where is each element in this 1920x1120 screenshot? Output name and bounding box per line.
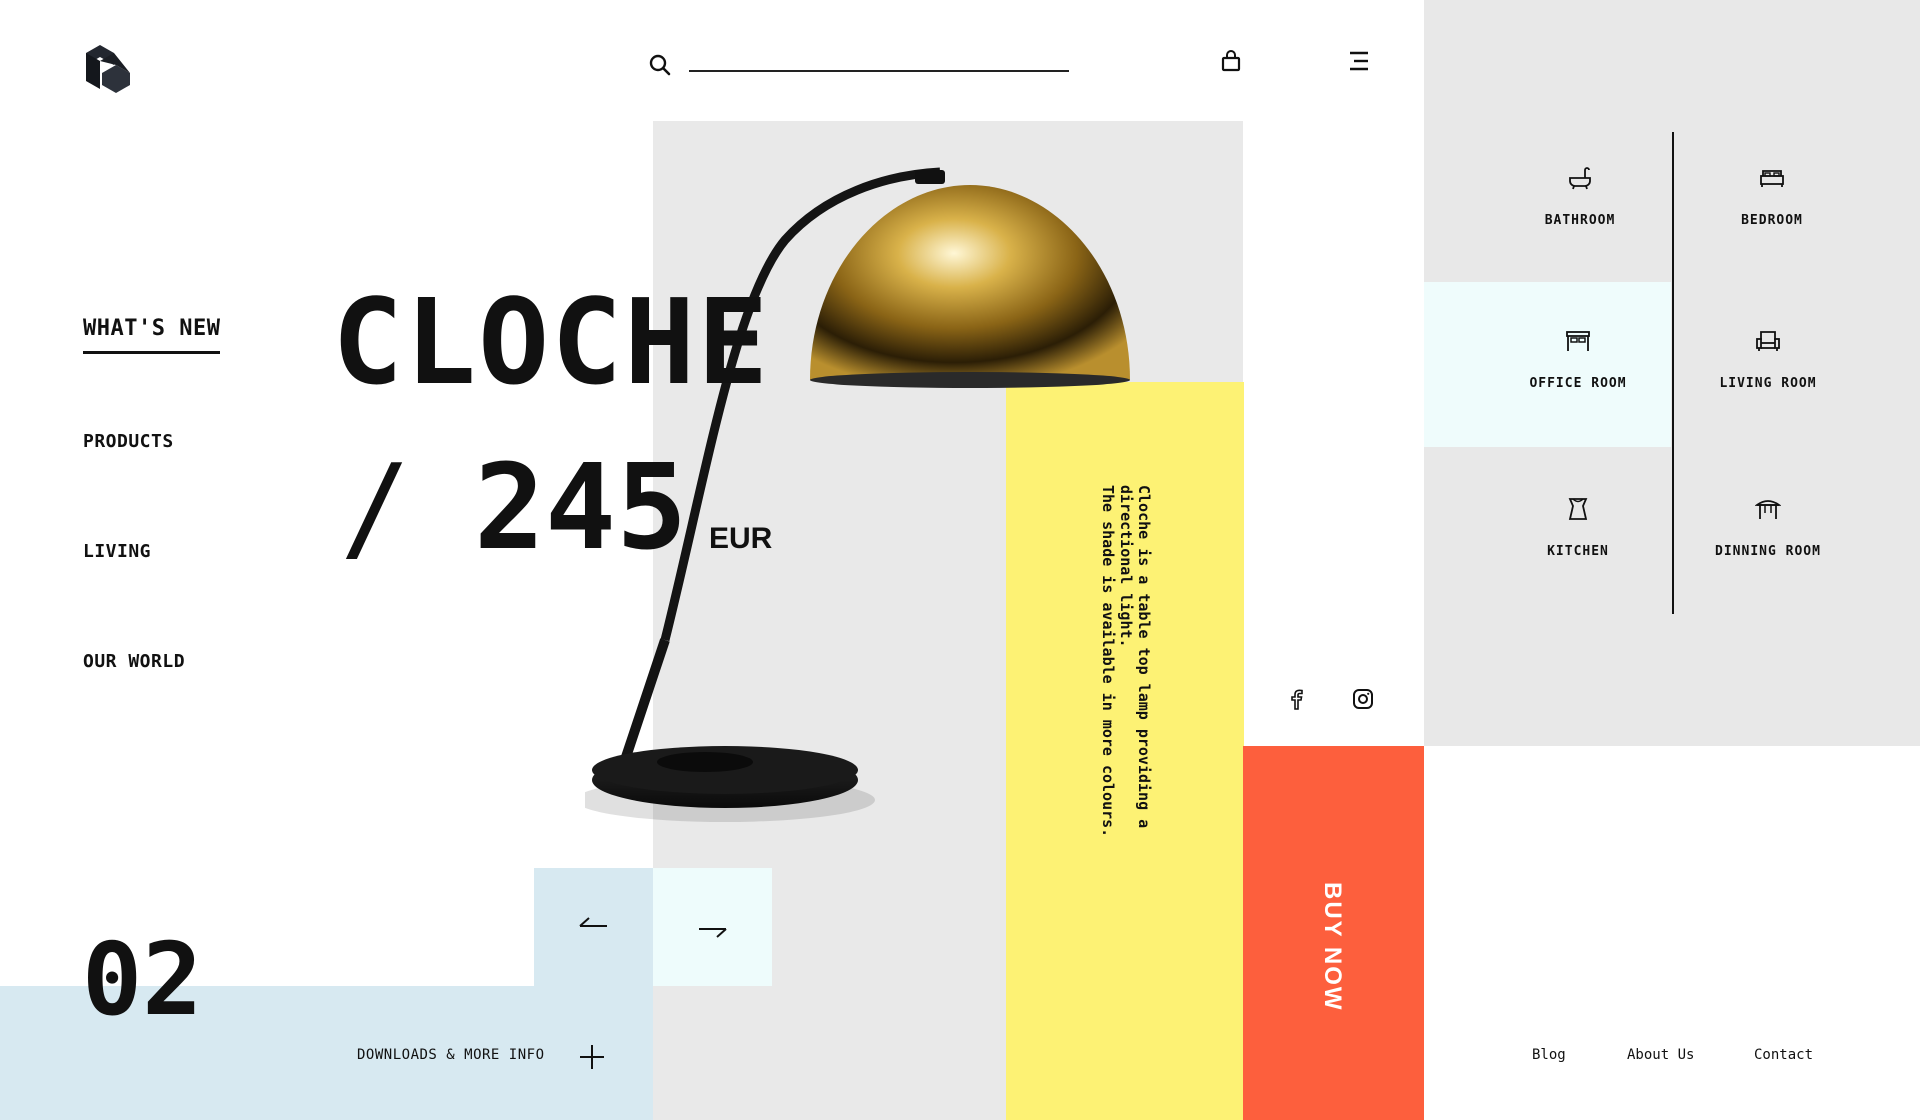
category-bedroom[interactable]: BEDROOM bbox=[1682, 165, 1862, 228]
buy-now-label[interactable]: BUY NOW bbox=[1318, 882, 1346, 1012]
categories-divider bbox=[1672, 132, 1674, 614]
table-icon bbox=[1755, 500, 1781, 519]
nav-products[interactable]: PRODUCTS bbox=[83, 431, 174, 452]
category-kitchen[interactable]: KITCHEN bbox=[1488, 496, 1668, 559]
category-bathroom[interactable]: BATHROOM bbox=[1490, 165, 1670, 228]
pot-icon bbox=[1568, 498, 1588, 520]
category-living-room[interactable]: LIVING ROOM bbox=[1678, 328, 1858, 391]
desk-icon bbox=[1566, 331, 1590, 351]
category-office-room[interactable]: OFFICE ROOM bbox=[1488, 328, 1668, 391]
menu-icon[interactable] bbox=[1348, 50, 1370, 72]
nav-whats-new[interactable]: WHAT'S NEW bbox=[83, 316, 221, 354]
slide-number: 02 bbox=[82, 921, 203, 1038]
search-input[interactable] bbox=[689, 44, 1073, 72]
price-slash: / bbox=[340, 438, 412, 576]
nav-living[interactable]: LIVING bbox=[83, 541, 151, 562]
arrow-left-icon bbox=[579, 917, 607, 927]
search-underline bbox=[689, 70, 1069, 72]
category-label: BATHROOM bbox=[1544, 213, 1616, 228]
footer-link-blog[interactable]: Blog bbox=[1532, 1047, 1566, 1063]
next-slide-button[interactable] bbox=[653, 868, 772, 986]
prev-slide-button[interactable] bbox=[534, 868, 653, 986]
category-label: KITCHEN bbox=[1547, 544, 1609, 559]
category-label: BEDROOM bbox=[1741, 213, 1803, 228]
facebook-icon[interactable] bbox=[1286, 688, 1306, 710]
product-title: CLOCHE bbox=[332, 273, 771, 411]
nav-our-world[interactable]: OUR WORLD bbox=[83, 651, 185, 672]
category-label: LIVING ROOM bbox=[1719, 376, 1817, 391]
price-currency: EUR bbox=[709, 522, 773, 555]
category-label: DINNING ROOM bbox=[1715, 544, 1821, 559]
category-label: OFFICE ROOM bbox=[1529, 376, 1627, 391]
instagram-icon[interactable] bbox=[1352, 688, 1374, 710]
bed-icon bbox=[1760, 170, 1784, 187]
category-dinning-room[interactable]: DINNING ROOM bbox=[1678, 496, 1858, 559]
shopping-bag-icon[interactable] bbox=[1221, 50, 1241, 72]
armchair-icon bbox=[1756, 331, 1780, 351]
plus-icon[interactable] bbox=[579, 1044, 605, 1070]
bathtub-icon bbox=[1569, 167, 1591, 190]
brand-logo[interactable] bbox=[82, 43, 134, 95]
downloads-link[interactable]: DOWNLOADS & MORE INFO bbox=[357, 1047, 545, 1063]
search-icon[interactable] bbox=[649, 54, 671, 76]
lamp-product-image bbox=[585, 167, 1130, 822]
product-price: 245 bbox=[474, 438, 688, 576]
arrow-right-icon bbox=[699, 928, 727, 938]
footer-link-about-us[interactable]: About Us bbox=[1627, 1047, 1694, 1063]
footer-link-contact[interactable]: Contact bbox=[1754, 1047, 1813, 1063]
product-description: Cloche is a table top lamp providing a d… bbox=[1099, 485, 1153, 838]
